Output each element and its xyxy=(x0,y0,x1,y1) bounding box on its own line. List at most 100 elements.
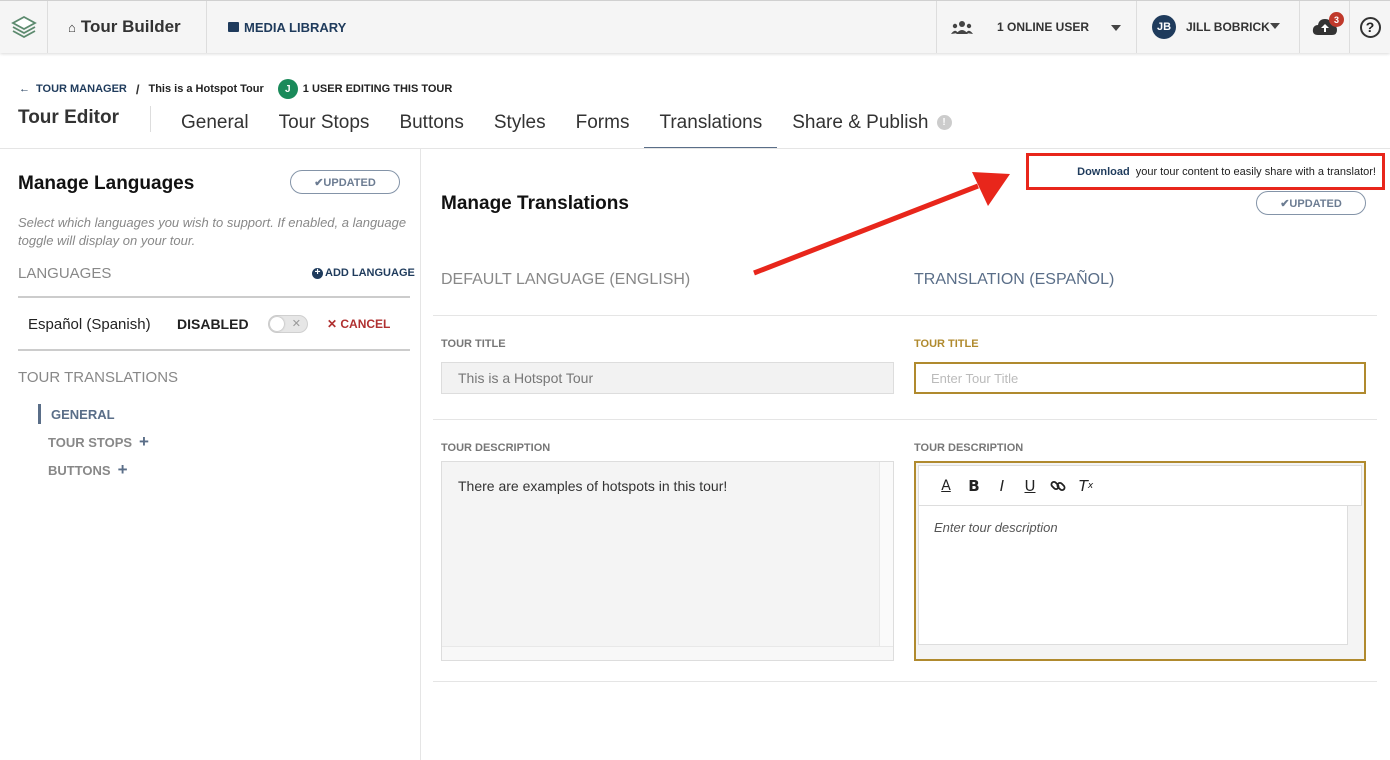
publish-cloud-button[interactable]: 3 xyxy=(1300,1,1350,53)
download-callout: Download your tour content to easily sha… xyxy=(1026,153,1385,190)
online-users-dropdown[interactable]: 1 ONLINE USER xyxy=(936,1,1137,53)
tour-builder-home-link[interactable]: ⌂ Tour Builder xyxy=(48,1,207,53)
breadcrumb: ← TOUR MANAGER / This is a Hotspot Tour … xyxy=(19,79,453,99)
tab-label: Share & Publish xyxy=(792,111,929,133)
languages-help-text: Select which languages you wish to suppo… xyxy=(18,215,407,248)
tour-description-text: There are examples of hotspots in this t… xyxy=(458,478,728,494)
tour-description-default-field: There are examples of hotspots in this t… xyxy=(441,461,894,661)
underline-icon[interactable]: U xyxy=(1019,475,1041,497)
tour-description-translation-input[interactable]: Enter tour description xyxy=(918,506,1348,645)
clear-format-icon[interactable]: Tx xyxy=(1075,475,1097,497)
breadcrumb-current: This is a Hotspot Tour xyxy=(148,83,264,95)
chevron-down-icon xyxy=(1111,25,1121,31)
divider xyxy=(433,419,1377,420)
plus-icon: + xyxy=(117,460,128,479)
help-button[interactable]: ? xyxy=(1350,1,1390,53)
tab-label: Buttons xyxy=(399,111,464,133)
updated-status-button[interactable]: ✔UPDATED xyxy=(290,170,400,194)
tour-title-default-field: This is a Hotspot Tour xyxy=(441,362,894,394)
divider xyxy=(433,315,1377,316)
download-link[interactable]: Download xyxy=(1077,166,1130,178)
arrow-left-icon: ← xyxy=(19,83,30,95)
nav-item-label: TOUR STOPS xyxy=(48,434,133,450)
tab-label: Styles xyxy=(493,111,546,133)
tab-label: General xyxy=(181,111,249,133)
manage-languages-panel: Manage Languages ✔UPDATED Select which l… xyxy=(0,149,421,760)
notification-badge: 3 xyxy=(1329,12,1344,27)
home-icon: ⌂ xyxy=(68,19,76,35)
tour-title-translation-input[interactable]: Enter Tour Title xyxy=(914,362,1366,394)
scrollbar[interactable] xyxy=(879,462,893,660)
nav-item-general[interactable]: GENERAL xyxy=(38,404,115,424)
layers-icon xyxy=(10,15,37,39)
add-language-label: ADD LANGUAGE xyxy=(325,267,415,279)
link-icon[interactable] xyxy=(1047,475,1069,497)
download-callout-text: your tour content to easily share with a… xyxy=(1135,165,1376,178)
chevron-down-icon xyxy=(1270,23,1280,29)
editor-placeholder: Enter tour description xyxy=(934,520,1058,535)
users-icon xyxy=(951,21,973,34)
avatar: JB xyxy=(1152,15,1176,39)
tour-description-translation-label: TOUR DESCRIPTION xyxy=(914,442,1024,454)
tab-share-publish[interactable]: Share & Publish! xyxy=(777,98,966,149)
manage-translations-title: Manage Translations xyxy=(441,193,629,214)
manage-languages-title: Manage Languages xyxy=(18,173,195,194)
tour-title-label: TOUR TITLE xyxy=(441,338,506,350)
add-language-button[interactable]: + ADD LANGUAGE xyxy=(312,267,415,279)
tour-title-translation-label: TOUR TITLE xyxy=(914,338,979,350)
plus-icon: + xyxy=(139,432,149,451)
media-library-link[interactable]: MEDIA LIBRARY xyxy=(228,1,346,53)
online-users-label: 1 ONLINE USER xyxy=(997,20,1090,34)
top-bar: ⌂ Tour Builder MEDIA LIBRARY 1 ONLINE US… xyxy=(0,0,1390,53)
rich-text-toolbar: A B I U Tx xyxy=(918,465,1362,506)
help-icon: ? xyxy=(1359,16,1381,38)
tour-description-label: TOUR DESCRIPTION xyxy=(441,442,551,454)
tab-styles[interactable]: Styles xyxy=(479,98,561,149)
app-logo[interactable] xyxy=(0,1,48,53)
editor-avatar: J xyxy=(277,79,298,99)
nav-item-label: GENERAL xyxy=(51,406,115,422)
user-name: JILL BOBRICK xyxy=(1186,20,1270,34)
plus-circle-icon: + xyxy=(312,267,323,279)
editor-tabs: General Tour Stops Buttons Styles Forms … xyxy=(166,98,967,149)
updated-status-button[interactable]: ✔UPDATED xyxy=(1256,191,1366,215)
tour-translations-heading: TOUR TRANSLATIONS xyxy=(18,369,179,386)
font-color-icon[interactable]: A xyxy=(935,475,957,497)
default-language-heading: DEFAULT LANGUAGE (ENGLISH) xyxy=(441,271,691,288)
tab-forms[interactable]: Forms xyxy=(561,98,645,149)
scrollbar-horizontal[interactable] xyxy=(442,646,893,660)
tab-label: Forms xyxy=(575,111,630,133)
breadcrumb-separator: / xyxy=(135,81,140,97)
app-name: Tour Builder xyxy=(80,17,181,36)
language-enable-toggle[interactable]: ✕ xyxy=(268,315,308,333)
italic-icon[interactable]: I xyxy=(991,475,1013,497)
tour-description-translation-editor: A B I U Tx Enter tour description xyxy=(914,461,1366,661)
tab-label: Translations xyxy=(659,111,763,133)
translation-language-heading: TRANSLATION (ESPAÑOL) xyxy=(914,271,1115,288)
media-library-label: MEDIA LIBRARY xyxy=(244,19,347,35)
nav-item-tour-stops[interactable]: TOUR STOPS + xyxy=(48,432,149,452)
divider xyxy=(150,106,151,132)
alert-icon: ! xyxy=(936,115,952,130)
language-name: Español (Spanish) xyxy=(28,316,151,333)
divider xyxy=(433,681,1377,682)
nav-item-buttons[interactable]: BUTTONS + xyxy=(48,460,128,480)
tour-manager-link[interactable]: TOUR MANAGER xyxy=(36,83,127,95)
page-title: Tour Editor xyxy=(18,107,119,128)
media-icon xyxy=(228,22,239,32)
cancel-button[interactable]: ✕ CANCEL xyxy=(327,317,390,331)
toggle-knob xyxy=(270,317,284,331)
tab-label: Tour Stops xyxy=(278,111,370,133)
nav-item-label: BUTTONS xyxy=(48,462,111,478)
languages-heading: LANGUAGES xyxy=(18,265,112,282)
user-menu[interactable]: JB JILL BOBRICK xyxy=(1137,1,1300,53)
language-status: DISABLED xyxy=(177,316,249,332)
tab-buttons[interactable]: Buttons xyxy=(384,98,478,149)
editing-status: 1 USER EDITING THIS TOUR xyxy=(302,83,453,95)
tab-translations[interactable]: Translations xyxy=(644,98,778,149)
close-icon: ✕ xyxy=(291,318,301,330)
language-row: Español (Spanish) DISABLED ✕ ✕ CANCEL xyxy=(18,296,410,351)
tab-general[interactable]: General xyxy=(166,98,264,149)
tab-tour-stops[interactable]: Tour Stops xyxy=(264,98,385,149)
bold-icon[interactable]: B xyxy=(963,475,985,497)
